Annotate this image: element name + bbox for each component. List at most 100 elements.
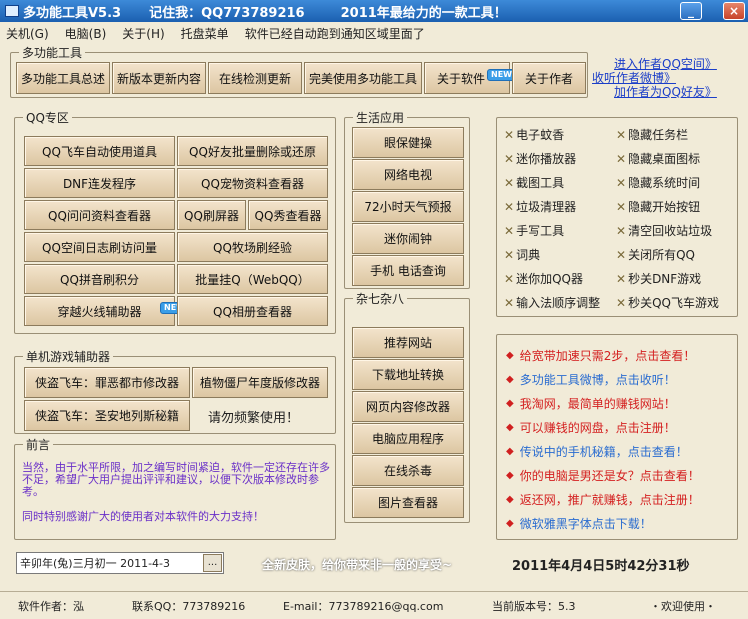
check-update-button[interactable]: 在线检测更新 xyxy=(208,62,302,94)
tool-hide-clock[interactable]: ✕ 隐藏系统时间 xyxy=(616,174,700,191)
tool-kill-qq-speed[interactable]: ✕ 秒关QQ飞车游戏 xyxy=(616,294,719,311)
recommended-sites-button[interactable]: 推荐网站 xyxy=(352,327,464,358)
status-version: 当前版本号：5.3 xyxy=(492,599,576,613)
online-antivirus-button[interactable]: 在线杀毒 xyxy=(352,455,464,486)
ad-link[interactable]: ◆ 传说中的手机秘籍，点击查看！ xyxy=(506,443,688,460)
x-icon: ✕ xyxy=(504,247,515,262)
x-icon: ✕ xyxy=(504,151,515,166)
tools-group xyxy=(496,117,738,317)
menu-computer[interactable]: 电脑(B) xyxy=(65,25,107,42)
x-icon: ✕ xyxy=(616,175,627,190)
qq-group-label: QQ专区 xyxy=(23,109,72,126)
qq-friend-delete-button[interactable]: QQ好友批量删除或还原 xyxy=(177,136,328,166)
status-welcome: ・欢迎使用・ xyxy=(650,599,716,613)
qzone-visits-button[interactable]: QQ空间日志刷访问量 xyxy=(24,232,175,262)
close-button[interactable]: × xyxy=(723,2,745,20)
qq-ranch-exp-button[interactable]: QQ牧场刷经验 xyxy=(177,232,328,262)
weather-forecast-button[interactable]: 72小时天气预报 xyxy=(352,191,464,222)
clock-display: 2011年4月4日5时42分31秒 xyxy=(512,559,690,574)
tool-ime-order[interactable]: ✕ 输入法顺序调整 xyxy=(504,294,600,311)
qq-show-viewer-button[interactable]: QQ秀查看器 xyxy=(248,200,328,230)
x-icon: ✕ xyxy=(504,199,515,214)
x-icon: ✕ xyxy=(504,175,515,190)
tool-handwriting[interactable]: ✕ 手写工具 xyxy=(504,222,564,239)
ad-link[interactable]: ◆ 多功能工具微博，点击收听！ xyxy=(506,371,676,388)
crossfire-helper-button[interactable]: 穿越火线辅助器 xyxy=(24,296,175,326)
app-icon xyxy=(5,5,19,17)
status-author: 软件作者：泓 xyxy=(18,599,84,613)
misc-group-label: 杂七杂八 xyxy=(353,290,408,307)
ad-link[interactable]: ◆ 你的电脑是男还是女？点击查看！ xyxy=(506,467,700,484)
minimize-button[interactable]: _ xyxy=(680,2,702,20)
tool-mini-add-qq[interactable]: ✕ 迷你加QQ器 xyxy=(504,270,583,287)
tool-close-all-qq[interactable]: ✕ 关闭所有QQ xyxy=(616,246,695,263)
gta-san-andreas-button[interactable]: 侠盗飞车：圣安地列斯秘籍 xyxy=(24,400,190,431)
life-group-label: 生活应用 xyxy=(353,109,408,126)
ad-link[interactable]: ◆ 返还网，推广就赚钱，点击注册！ xyxy=(506,491,700,508)
tool-dictionary[interactable]: ✕ 词典 xyxy=(504,246,540,263)
x-icon: ✕ xyxy=(616,247,627,262)
about-author-button[interactable]: 关于作者 xyxy=(512,62,586,94)
ad-link[interactable]: ◆ 我淘网，最简单的赚钱网站！ xyxy=(506,395,676,412)
tool-mini-player[interactable]: ✕ 迷你播放器 xyxy=(504,150,576,167)
download-convert-button[interactable]: 下载地址转换 xyxy=(352,359,464,390)
qq-flood-button[interactable]: QQ刷屏器 xyxy=(177,200,246,230)
ads-group xyxy=(496,334,738,540)
qq-ask-viewer-button[interactable]: QQ问问资料查看器 xyxy=(24,200,175,230)
pc-apps-button[interactable]: 电脑应用程序 xyxy=(352,423,464,454)
ad-link[interactable]: ◆ 可以赚钱的网盘，点击注册！ xyxy=(506,419,676,436)
skin-text: 全新皮肤，给你带来非一般的享受~ xyxy=(262,558,453,572)
game-group-label: 单机游戏辅助器 xyxy=(23,348,114,365)
pvz-trainer-button[interactable]: 植物僵尸年度版修改器 xyxy=(192,367,328,398)
image-viewer-button[interactable]: 图片查看器 xyxy=(352,487,464,518)
thanks-text: 同时特别感谢广大的使用者对本软件的大力支持！ xyxy=(22,510,264,523)
mini-alarm-button[interactable]: 迷你闹钟 xyxy=(352,223,464,254)
qq-pet-viewer-button[interactable]: QQ宠物资料查看器 xyxy=(177,168,328,198)
tool-hide-taskbar[interactable]: ✕ 隐藏任务栏 xyxy=(616,126,688,143)
ad-link[interactable]: ◆ 给宽带加速只需2步，点击查看！ xyxy=(506,347,695,364)
x-icon: ✕ xyxy=(616,295,627,310)
webpage-modifier-button[interactable]: 网页内容修改器 xyxy=(352,391,464,422)
add-author-qq-link[interactable]: 加作者为QQ好友》 xyxy=(614,83,717,100)
perfect-use-button[interactable]: 完美使用多功能工具 xyxy=(304,62,422,94)
tool-junk-cleaner[interactable]: ✕ 垃圾清理器 xyxy=(504,198,576,215)
lunar-date-value: 辛卯年(兔)三月初一 2011-4-3 xyxy=(20,557,171,570)
tool-screenshot[interactable]: ✕ 截图工具 xyxy=(504,174,564,191)
menu-bar: 关机(G) 电脑(B) 关于(H) 托盘菜单 软件已经自动跑到通知区域里面了 xyxy=(0,23,748,43)
webqq-batch-button[interactable]: 批量挂Q（WebQQ） xyxy=(177,264,328,294)
ad-text: 可以赚钱的网盘，点击注册！ xyxy=(519,421,676,435)
preface-text: 当然，由于水平所限，加之编写时间紧迫，软件一定还存在许多不足，希望广大用户提出评… xyxy=(22,461,330,498)
tool-mosquito[interactable]: ✕ 电子蚊香 xyxy=(504,126,564,143)
qq-pinyin-points-button[interactable]: QQ拼音刷积分 xyxy=(24,264,175,294)
qq-speed-props-button[interactable]: QQ飞车自动使用道具 xyxy=(24,136,175,166)
ad-text: 微软雅黑字体点击下载！ xyxy=(519,517,652,531)
qq-album-viewer-button[interactable]: QQ相册查看器 xyxy=(177,296,328,326)
menu-about[interactable]: 关于(H) xyxy=(122,25,164,42)
x-icon: ✕ xyxy=(616,271,627,286)
update-notes-button[interactable]: 新版本更新内容 xyxy=(112,62,206,94)
frequent-use-warning: 请勿频繁使用！ xyxy=(208,411,300,426)
bullet-icon: ◆ xyxy=(506,470,514,481)
gta-vice-city-button[interactable]: 侠盗飞车：罪恶都市修改器 xyxy=(24,367,190,398)
tool-hide-desktop-icons[interactable]: ✕ 隐藏桌面图标 xyxy=(616,150,700,167)
dnf-burst-button[interactable]: DNF连发程序 xyxy=(24,168,175,198)
x-icon: ✕ xyxy=(616,151,627,166)
tool-empty-recycle[interactable]: ✕ 清空回收站垃圾 xyxy=(616,222,712,239)
lunar-date-picker-button[interactable]: ... xyxy=(203,554,222,572)
menu-shutdown[interactable]: 关机(G) xyxy=(6,25,49,42)
ad-text: 传说中的手机秘籍，点击查看！ xyxy=(519,445,688,459)
lunar-date-field[interactable]: 辛卯年(兔)三月初一 2011-4-3 xyxy=(16,552,224,574)
overview-button[interactable]: 多功能工具总述 xyxy=(16,62,110,94)
tool-kill-dnf[interactable]: ✕ 秒关DNF游戏 xyxy=(616,270,701,287)
eye-exercise-button[interactable]: 眼保健操 xyxy=(352,127,464,158)
menu-tray[interactable]: 托盘菜单 xyxy=(181,25,229,42)
tool-hide-start[interactable]: ✕ 隐藏开始按钮 xyxy=(616,198,700,215)
web-tv-button[interactable]: 网络电视 xyxy=(352,159,464,190)
ad-text: 返还网，推广就赚钱，点击注册！ xyxy=(519,493,700,507)
ad-text: 你的电脑是男还是女？点击查看！ xyxy=(519,469,700,483)
about-software-label: 关于软件 xyxy=(437,71,486,86)
ad-link[interactable]: ◆ 微软雅黑字体点击下载！ xyxy=(506,515,652,532)
phone-lookup-button[interactable]: 手机 电话查询 xyxy=(352,255,464,286)
x-icon: ✕ xyxy=(616,223,627,238)
bullet-icon: ◆ xyxy=(506,398,514,409)
